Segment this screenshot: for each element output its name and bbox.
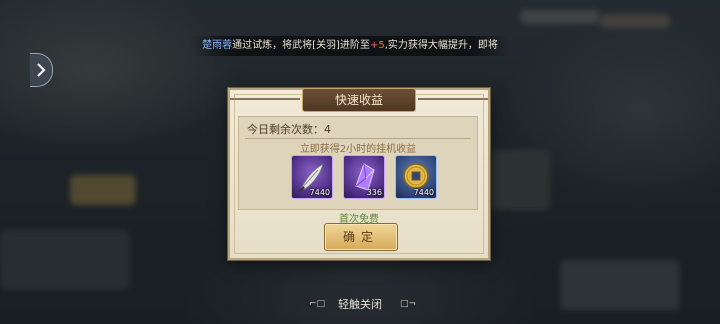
ticker-text-2: ,实力获得大幅提升，即将 [384,40,498,51]
reward-item[interactable]: 336 [343,155,385,199]
reward-quantity: 7440 [413,188,434,197]
title-ornament-left [230,98,300,100]
chevron-right-icon [37,63,46,77]
reward-quantity: 336 [366,188,382,197]
rewards-section: 今日剩余次数：4 立即获得2小时的挂机收益 7440 336 7440 [238,116,478,210]
ticker-text-1: 通过试炼，将武将[关羽]进阶至 [232,40,370,51]
ticker-player-name: 楚雨蓉 [202,40,233,51]
ornament-right-icon: □¬ [400,299,417,309]
title-ornament-right [418,98,488,100]
reward-quantity: 7440 [309,188,330,197]
reward-item[interactable]: 7440 [395,155,437,199]
ticker-plus: +5 [369,40,385,51]
reward-hint: 立即获得2小时的挂机收益 [299,144,417,155]
reward-item[interactable]: 7440 [291,155,333,199]
dialog-title: 快速收益 [302,88,416,112]
announcement-ticker: 楚雨蓉通过试炼，将武将[关羽]进阶至+5,实力获得大幅提升，即将 [190,36,510,56]
tap-to-close[interactable]: 轻触关闭 [0,296,720,312]
divider [245,138,471,139]
confirm-button[interactable]: 确定 [324,223,398,251]
remaining-count: 今日剩余次数：4 [247,123,331,136]
quick-earnings-dialog: 快速收益 今日剩余次数：4 立即获得2小时的挂机收益 7440 336 7440… [228,88,490,260]
